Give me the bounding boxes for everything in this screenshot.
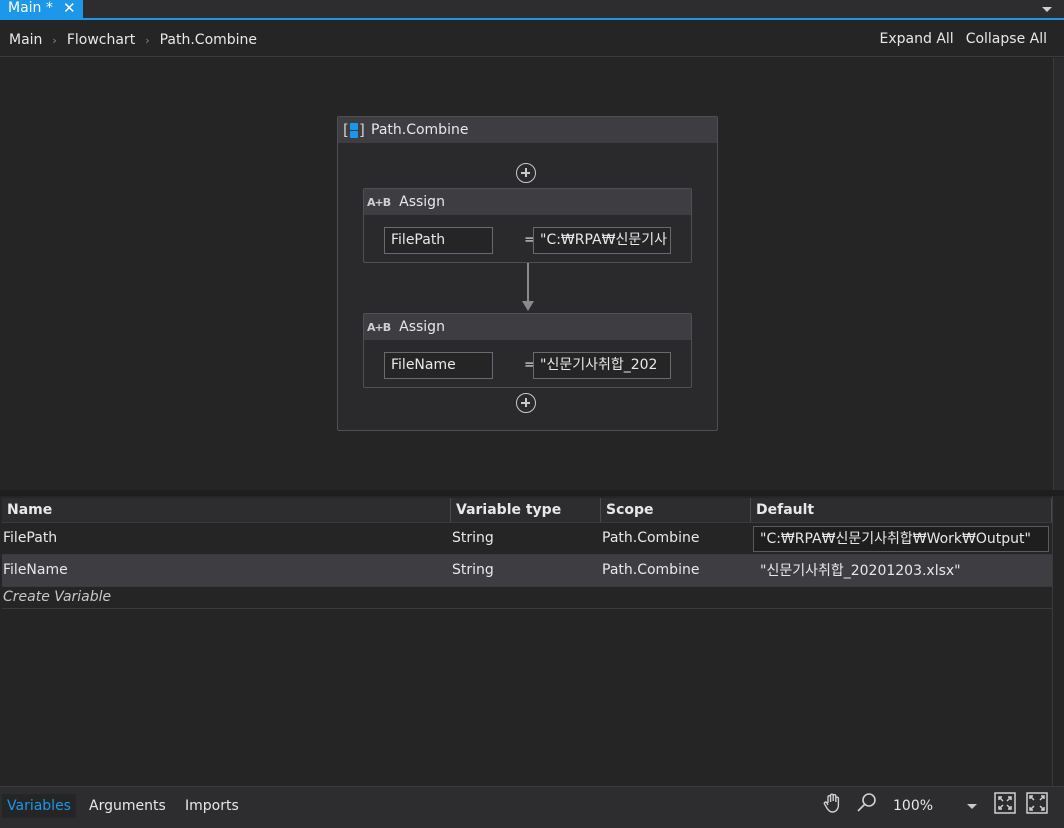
breadcrumb: Main › Flowchart › Path.Combine: [9, 32, 257, 48]
connector-line: [527, 263, 529, 303]
variable-name-cell[interactable]: FileName: [2, 555, 451, 586]
tab-main[interactable]: Main * ✕: [0, 0, 83, 18]
variable-scope-cell[interactable]: Path.Combine: [601, 523, 751, 554]
assign-value-field[interactable]: "신문기사취합_202: [533, 352, 671, 379]
expand-all-link[interactable]: Expand All: [880, 31, 954, 47]
assign-icon: A+B: [367, 195, 391, 209]
breadcrumb-item-flowchart[interactable]: Flowchart: [67, 32, 135, 48]
zoom-search-icon[interactable]: [855, 791, 879, 815]
column-header-default[interactable]: Default: [751, 498, 1052, 522]
assign-value-field[interactable]: "C:₩RPA₩신문기사: [533, 227, 671, 254]
canvas-vertical-scrollbar[interactable]: [1053, 58, 1064, 490]
sequence-icon: [ ]: [343, 121, 365, 139]
assign-activity-filepath[interactable]: A+B Assign FilePath = "C:₩RPA₩신문기사: [363, 188, 692, 263]
sequence-activity[interactable]: [ ] Path.Combine A+B Assign FilePath = "…: [337, 116, 718, 431]
chevron-right-icon: ›: [52, 33, 57, 47]
zoom-level[interactable]: 100%: [893, 794, 933, 818]
column-header-scope[interactable]: Scope: [601, 498, 751, 522]
assign-to-field[interactable]: FilePath: [384, 227, 493, 254]
assign-title: Assign: [399, 319, 445, 335]
variable-type-cell[interactable]: String: [451, 523, 601, 554]
tab-imports[interactable]: Imports: [180, 794, 244, 818]
document-tab-strip: Main * ✕: [0, 0, 1064, 20]
table-header: Name Variable type Scope Default: [2, 498, 1052, 523]
variables-panel: Name Variable type Scope Default FilePat…: [0, 496, 1064, 786]
add-activity-plus-icon[interactable]: [516, 393, 536, 413]
fit-to-screen-icon[interactable]: [993, 791, 1017, 815]
breadcrumb-item-main[interactable]: Main: [9, 32, 42, 48]
assign-header: A+B Assign: [364, 189, 691, 215]
create-variable-row[interactable]: Create Variable: [2, 587, 1052, 609]
variable-default-input[interactable]: "C:₩RPA₩신문기사취합₩Work₩Output": [753, 526, 1049, 552]
tab-arguments[interactable]: Arguments: [84, 794, 171, 818]
variable-scope-cell[interactable]: Path.Combine: [601, 555, 751, 586]
table-row[interactable]: FileName String Path.Combine "신문기사취합_202…: [2, 555, 1052, 587]
designer-canvas[interactable]: [ ] Path.Combine A+B Assign FilePath = "…: [0, 58, 1053, 490]
collapse-all-link[interactable]: Collapse All: [966, 31, 1047, 47]
variable-type-cell[interactable]: String: [451, 555, 601, 586]
tab-list-dropdown-icon[interactable]: [1042, 7, 1052, 12]
sequence-header: [ ] Path.Combine: [338, 117, 717, 143]
add-activity-plus-icon[interactable]: [516, 163, 536, 183]
table-row[interactable]: FilePath String Path.Combine "C:₩RPA₩신문기…: [2, 523, 1052, 555]
assign-title: Assign: [399, 194, 445, 210]
hand-pan-icon[interactable]: [821, 791, 845, 815]
column-header-name[interactable]: Name: [2, 498, 451, 522]
tab-main-label: Main *: [8, 0, 53, 16]
breadcrumb-item-path-combine[interactable]: Path.Combine: [160, 32, 257, 48]
close-icon[interactable]: ✕: [63, 0, 76, 16]
expand-collapse-links: Expand All Collapse All: [880, 31, 1047, 47]
assign-icon: A+B: [367, 320, 391, 334]
column-header-variable-type[interactable]: Variable type: [451, 498, 601, 522]
chevron-right-icon: ›: [145, 33, 150, 47]
overview-icon[interactable]: [1025, 791, 1049, 815]
assign-to-field[interactable]: FileName: [384, 352, 493, 379]
assign-header: A+B Assign: [364, 314, 691, 340]
assign-activity-filename[interactable]: A+B Assign FileName = "신문기사취합_202: [363, 313, 692, 388]
variable-default-input[interactable]: "신문기사취합_20201203.xlsx": [753, 558, 1049, 584]
tab-variables[interactable]: Variables: [2, 794, 76, 818]
variables-table: Name Variable type Scope Default FilePat…: [2, 498, 1052, 609]
designer-status-bar: Variables Arguments Imports 100%: [0, 786, 1064, 828]
breadcrumb-bar: Main › Flowchart › Path.Combine Expand A…: [0, 22, 1064, 57]
sequence-title: Path.Combine: [371, 122, 469, 138]
variable-name-cell[interactable]: FilePath: [2, 523, 451, 554]
arrow-down-icon: [522, 301, 534, 311]
chevron-down-icon[interactable]: [967, 804, 977, 809]
